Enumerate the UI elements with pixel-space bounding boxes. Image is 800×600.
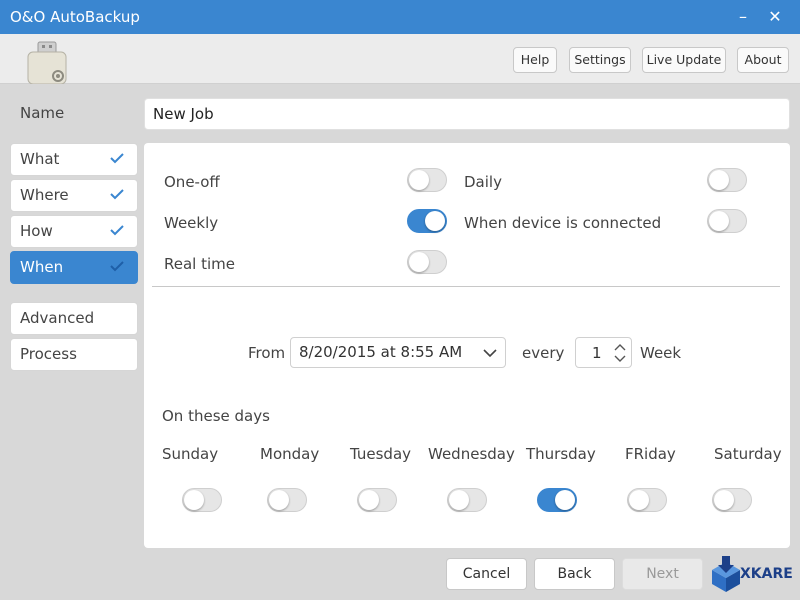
up-down-arrows-icon[interactable] xyxy=(612,341,628,365)
toggle-daily[interactable] xyxy=(707,168,747,192)
watermark-text: XKARE xyxy=(740,566,793,582)
day-label-thursday: Thursday xyxy=(526,445,596,463)
toggle-wednesday[interactable] xyxy=(447,488,487,512)
nav-item-label: Where xyxy=(20,186,69,204)
toggle-knob xyxy=(629,490,649,510)
toggle-weekly[interactable] xyxy=(407,209,447,233)
toggle-knob xyxy=(714,490,734,510)
back-button[interactable]: Back xyxy=(534,558,615,590)
option-label-daily: Daily xyxy=(464,173,502,191)
title-bar: O&O AutoBackup – ✕ xyxy=(0,0,800,34)
nav-item-process[interactable]: Process xyxy=(10,338,138,371)
toggle-sunday[interactable] xyxy=(182,488,222,512)
checkmark-icon xyxy=(110,189,124,200)
nav-item-when[interactable]: When xyxy=(10,251,138,284)
option-label-weekly: Weekly xyxy=(164,214,219,232)
toggle-knob xyxy=(709,211,729,231)
toggle-device-connected[interactable] xyxy=(707,209,747,233)
toggle-knob xyxy=(709,170,729,190)
live-update-button[interactable]: Live Update xyxy=(642,47,726,73)
checkmark-icon xyxy=(110,261,124,272)
day-label-tuesday: Tuesday xyxy=(350,445,412,463)
start-date-value: 8/20/2015 at 8:55 AM xyxy=(299,343,463,361)
toggle-friday[interactable] xyxy=(627,488,667,512)
cancel-button[interactable]: Cancel xyxy=(446,558,527,590)
toggle-knob xyxy=(359,490,379,510)
settings-button[interactable]: Settings xyxy=(569,47,631,73)
start-date-dropdown[interactable]: 8/20/2015 at 8:55 AM xyxy=(290,337,506,368)
minimize-button[interactable]: – xyxy=(732,6,754,28)
toggle-knob xyxy=(409,252,429,272)
day-label-saturday: Saturday xyxy=(714,445,782,463)
checkmark-icon xyxy=(110,225,124,236)
option-label-real-time: Real time xyxy=(164,255,235,273)
toggle-one-off[interactable] xyxy=(407,168,447,192)
header-bar: Help Settings Live Update About xyxy=(0,34,800,84)
checkmark-icon xyxy=(110,153,124,164)
interval-unit-label: Week xyxy=(640,344,682,362)
nav-item-label: What xyxy=(20,150,60,168)
option-label-device-connected: When device is connected xyxy=(464,214,662,232)
toggle-saturday[interactable] xyxy=(712,488,752,512)
toggle-knob xyxy=(425,211,445,231)
day-label-wednesday: Wednesday xyxy=(428,445,515,463)
toggle-knob xyxy=(555,490,575,510)
day-label-friday: FRiday xyxy=(625,445,676,463)
help-button[interactable]: Help xyxy=(513,47,557,73)
interval-value: 1 xyxy=(592,344,602,362)
job-name-input[interactable] xyxy=(144,98,790,130)
day-label-monday: Monday xyxy=(260,445,320,463)
nav-item-where[interactable]: Where xyxy=(10,179,138,212)
divider xyxy=(152,286,780,287)
name-label: Name xyxy=(20,104,65,122)
toggle-knob xyxy=(449,490,469,510)
nav-item-label: Process xyxy=(20,345,77,363)
usb-drive-logo-icon xyxy=(27,41,67,84)
toggle-knob xyxy=(409,170,429,190)
nav-item-advanced[interactable]: Advanced xyxy=(10,302,138,335)
chevron-down-icon xyxy=(483,349,497,358)
toggle-tuesday[interactable] xyxy=(357,488,397,512)
from-label: From xyxy=(248,344,286,362)
nav-item-label: When xyxy=(20,258,64,276)
nav-item-how[interactable]: How xyxy=(10,215,138,248)
toggle-thursday[interactable] xyxy=(537,488,577,512)
option-label-one-off: One-off xyxy=(164,173,220,191)
nav-item-label: How xyxy=(20,222,53,240)
toggle-knob xyxy=(184,490,204,510)
toggle-monday[interactable] xyxy=(267,488,307,512)
toggle-knob xyxy=(269,490,289,510)
every-label: every xyxy=(522,344,565,362)
window-title: O&O AutoBackup xyxy=(10,8,140,26)
schedule-panel: One-off Daily Weekly When device is conn… xyxy=(144,143,790,548)
days-title: On these days xyxy=(162,407,270,425)
next-button[interactable]: Next xyxy=(622,558,703,590)
close-button[interactable]: ✕ xyxy=(764,6,786,28)
interval-stepper[interactable]: 1 xyxy=(575,337,632,368)
day-label-sunday: Sunday xyxy=(162,445,219,463)
toggle-real-time[interactable] xyxy=(407,250,447,274)
about-button[interactable]: About xyxy=(737,47,789,73)
nav-item-what[interactable]: What xyxy=(10,143,138,176)
nav-item-label: Advanced xyxy=(20,309,95,327)
